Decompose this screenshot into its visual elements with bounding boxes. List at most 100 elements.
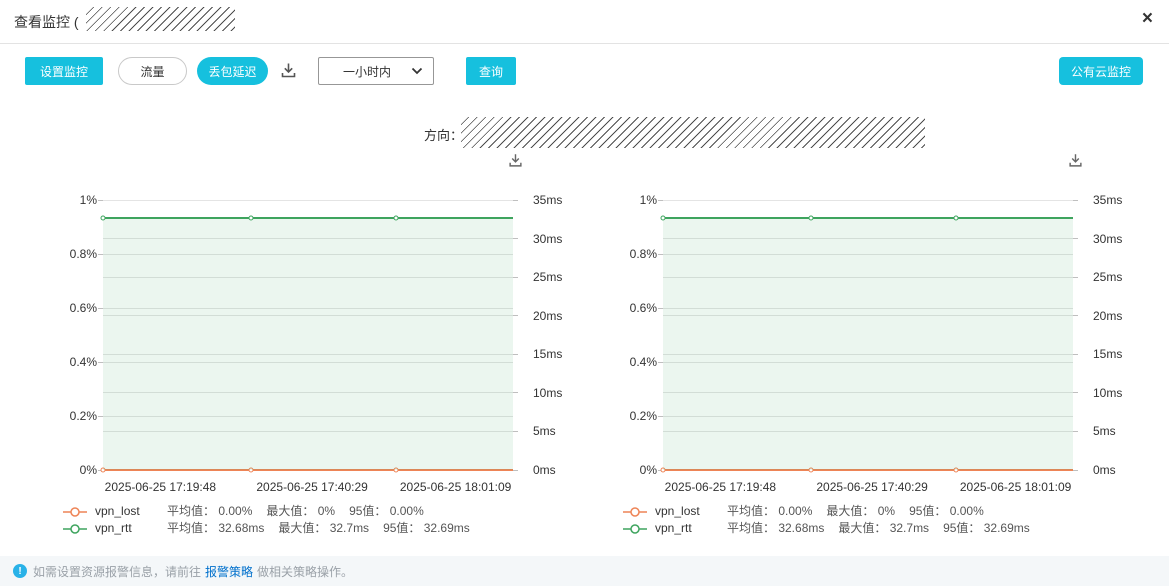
y-axis-left-tick: 1% bbox=[79, 193, 97, 207]
set-monitor-button[interactable]: 设置监控 bbox=[25, 57, 103, 85]
footer-note: ! 如需设置资源报警信息，请前往 报警策略 做相关策略操作。 bbox=[0, 556, 1169, 586]
dialog-header: 查看监控 ( × bbox=[0, 0, 1169, 44]
legend-series-stats: 平均值： 32.68ms 最大值： 32.7ms 95值： 32.69ms bbox=[727, 519, 1044, 536]
axis-tick-mark bbox=[513, 276, 518, 278]
vpn_rtt-point bbox=[808, 215, 814, 221]
axis-tick-mark bbox=[513, 430, 518, 432]
vpn_rtt-line bbox=[660, 215, 1073, 221]
axis-tick-mark bbox=[1073, 430, 1078, 432]
axis-tick-mark bbox=[1073, 315, 1078, 317]
stat-avg: 平均值： 32.68ms bbox=[727, 521, 825, 535]
stat-avg: 平均值： 0.00% bbox=[167, 504, 253, 518]
legend-series-stats: 平均值： 0.00% 最大值： 0% 95值： 0.00% bbox=[167, 502, 438, 519]
y-axis-left-tick: 0.2% bbox=[629, 409, 657, 423]
footer-text-before: 如需设置资源报警信息，请前往 bbox=[33, 564, 202, 579]
y-axis-right-tick: 35ms bbox=[533, 193, 563, 207]
x-axis: 2025-06-25 17:19:48 2025-06-25 17:40:29 20… bbox=[663, 480, 1073, 496]
loss-delay-tab-button[interactable]: 丢包延迟 bbox=[197, 57, 268, 85]
legend-row-vpn_rtt: vpn_rtt 平均值： 32.68ms 最大值： 32.7ms 95值： 32.69… bbox=[623, 519, 1044, 536]
axis-tick-mark bbox=[1073, 392, 1078, 394]
x-axis-label: 2025-06-25 17:40:29 bbox=[256, 480, 368, 494]
query-button[interactable]: 查询 bbox=[466, 57, 516, 85]
stat-p95: 95值： 0.00% bbox=[909, 504, 984, 518]
y-axis-right-tick: 25ms bbox=[1093, 270, 1123, 285]
download-icon[interactable] bbox=[279, 61, 298, 85]
x-axis-label: 2025-06-25 17:40:29 bbox=[816, 480, 928, 494]
stat-max: 最大值： 32.7ms bbox=[838, 521, 930, 535]
legend-series-stats: 平均值： 0.00% 最大值： 0% 95值： 0.00% bbox=[727, 502, 998, 519]
axis-tick-mark bbox=[513, 315, 518, 317]
public-cloud-monitor-button[interactable]: 公有云监控 bbox=[1059, 57, 1143, 85]
y-axis-right-tick: 15ms bbox=[1093, 347, 1123, 362]
legend-series-stats: 平均值： 32.68ms 最大值： 32.7ms 95值： 32.69ms bbox=[167, 519, 484, 536]
y-axis-left-tick: 0.6% bbox=[69, 301, 97, 315]
gridline bbox=[103, 199, 513, 201]
chart-download-icon[interactable] bbox=[1067, 152, 1084, 174]
monitor-dialog: 查看监控 ( × 设置监控 流量 丢包延迟 一小时内 查询 公有云监控 方向： … bbox=[0, 0, 1169, 586]
redacted-direction-value bbox=[461, 117, 925, 148]
axis-tick-mark bbox=[1073, 276, 1078, 278]
chart-legend: vpn_lost 平均值： 0.00% 最大值： 0% 95值： 0.00% vpn_r… bbox=[63, 502, 484, 536]
axis-tick-mark bbox=[513, 199, 518, 201]
y-axis-right-tick: 5ms bbox=[1093, 424, 1116, 439]
y-axis-right-tick: 20ms bbox=[1093, 308, 1123, 323]
time-range-select[interactable]: 一小时内 bbox=[318, 57, 434, 85]
vpn_lost-legend-icon[interactable] bbox=[63, 506, 87, 517]
stat-p95: 95值： 32.69ms bbox=[943, 521, 1030, 535]
y-axis-left: 1% 0.8% 0.6% 0.4% 0.2% 0% bbox=[55, 193, 97, 477]
monitor-chart-2: 1% 0.8% 0.6% 0.4% 0.2% 0% 35ms 30ms 25ms 20ms 15m… bbox=[615, 150, 1130, 555]
stat-p95: 95值： 32.69ms bbox=[383, 521, 470, 535]
y-axis-right-tick: 30ms bbox=[533, 231, 563, 246]
legend-row-vpn_lost: vpn_lost 平均值： 0.00% 最大值： 0% 95值： 0.00% bbox=[63, 502, 484, 519]
y-axis-right: 35ms 30ms 25ms 20ms 15ms 10ms 5ms 0ms bbox=[533, 193, 578, 477]
close-icon[interactable]: × bbox=[1142, 8, 1153, 30]
chart-download-icon[interactable] bbox=[507, 152, 524, 174]
footer-text-after: 做相关策略操作。 bbox=[257, 564, 354, 579]
y-axis-left-tick: 0% bbox=[639, 463, 657, 477]
y-axis-right-tick: 25ms bbox=[533, 270, 563, 285]
y-axis-left-tick: 0.4% bbox=[69, 355, 97, 369]
info-icon: ! bbox=[13, 564, 27, 578]
y-axis-right-tick: 5ms bbox=[533, 424, 556, 439]
axis-tick-mark bbox=[513, 353, 518, 355]
vpn_rtt-legend-icon[interactable] bbox=[63, 523, 87, 534]
vpn_lost-legend-icon[interactable] bbox=[623, 506, 647, 517]
x-axis-label: 2025-06-25 17:19:48 bbox=[104, 480, 217, 494]
chart-legend: vpn_lost 平均值： 0.00% 最大值： 0% 95值： 0.00% vpn_r… bbox=[623, 502, 1044, 536]
stat-max: 最大值： 0% bbox=[826, 504, 896, 518]
y-axis-left-tick: 0.8% bbox=[69, 247, 97, 261]
legend-row-vpn_lost: vpn_lost 平均值： 0.00% 最大值： 0% 95值： 0.00% bbox=[623, 502, 1044, 519]
legend-series-name: vpn_rtt bbox=[95, 520, 132, 535]
y-axis-right-tick: 15ms bbox=[533, 347, 563, 362]
stat-max: 最大值： 0% bbox=[266, 504, 336, 518]
legend-series-name: vpn_lost bbox=[655, 503, 700, 518]
plot-area bbox=[98, 199, 518, 473]
monitor-chart-1: 1% 0.8% 0.6% 0.4% 0.2% 0% 35ms 30ms 25ms 20ms 15m… bbox=[55, 150, 570, 555]
y-axis-left: 1% 0.8% 0.6% 0.4% 0.2% 0% bbox=[615, 193, 657, 477]
y-axis-right-tick: 0ms bbox=[533, 463, 556, 477]
vpn_rtt-legend-icon[interactable] bbox=[623, 523, 647, 534]
axis-tick-mark bbox=[1073, 199, 1078, 201]
legend-series-name: vpn_rtt bbox=[655, 520, 692, 535]
y-axis-left-tick: 0.8% bbox=[629, 247, 657, 261]
vpn_rtt-area bbox=[103, 217, 513, 470]
gridline bbox=[663, 199, 1073, 201]
vpn_rtt-area bbox=[663, 217, 1073, 470]
stat-avg: 平均值： 32.68ms bbox=[167, 521, 265, 535]
y-axis-left-tick: 0.6% bbox=[629, 301, 657, 315]
stat-p95: 95值： 0.00% bbox=[349, 504, 424, 518]
x-axis-label: 2025-06-25 18:01:09 bbox=[959, 480, 1072, 494]
traffic-tab-button[interactable]: 流量 bbox=[118, 57, 187, 85]
y-axis-right-tick: 30ms bbox=[1093, 231, 1123, 246]
y-axis-right-tick: 35ms bbox=[1093, 193, 1123, 207]
x-axis-label: 2025-06-25 17:19:48 bbox=[664, 480, 777, 494]
direction-label: 方向： bbox=[424, 128, 464, 143]
alarm-policy-link[interactable]: 报警策略 bbox=[205, 563, 253, 580]
axis-tick-mark bbox=[513, 392, 518, 394]
y-axis-right-tick: 10ms bbox=[1093, 385, 1123, 400]
vpn_rtt-point bbox=[100, 215, 106, 221]
axis-tick-mark bbox=[1073, 353, 1078, 355]
x-axis: 2025-06-25 17:19:48 2025-06-25 17:40:29 20… bbox=[103, 480, 513, 496]
legend-row-vpn_rtt: vpn_rtt 平均值： 32.68ms 最大值： 32.7ms 95值： 32.69… bbox=[63, 519, 484, 536]
x-axis-label: 2025-06-25 18:01:09 bbox=[399, 480, 512, 494]
